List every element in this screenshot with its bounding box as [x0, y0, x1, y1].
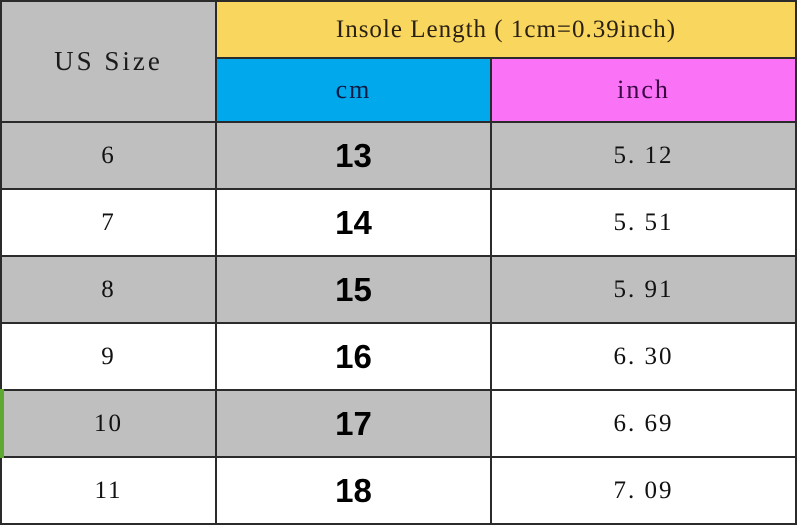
- cell-us-size: 8: [0, 255, 217, 324]
- cell-cm-value: 15: [215, 255, 492, 324]
- table-row: 11 18 7. 09: [0, 456, 797, 525]
- column-header-cm: cm: [215, 57, 492, 123]
- table-row: 7 14 5. 51: [0, 188, 797, 257]
- cell-inch-value: 7. 09: [490, 456, 797, 525]
- column-header-inch: inch: [490, 57, 797, 123]
- cell-inch-value: 6. 69: [490, 389, 797, 458]
- cell-us-size: 10: [0, 389, 217, 458]
- row-selection-marker: [0, 389, 4, 458]
- table-row: 8 15 5. 91: [0, 255, 797, 324]
- cell-cm-value: 18: [215, 456, 492, 525]
- cell-us-size: 7: [0, 188, 217, 257]
- table-body: US Size Insole Length ( 1cm=0.39inch) cm…: [0, 0, 797, 123]
- cell-cm-value: 14: [215, 188, 492, 257]
- header-row-primary: US Size Insole Length ( 1cm=0.39inch): [0, 0, 797, 123]
- table-row: 9 16 6. 30: [0, 322, 797, 391]
- column-header-us-size: US Size: [0, 0, 217, 123]
- cell-inch-value: 5. 51: [490, 188, 797, 257]
- cell-inch-value: 5. 12: [490, 121, 797, 190]
- cell-inch-value: 5. 91: [490, 255, 797, 324]
- cell-us-size: 11: [0, 456, 217, 525]
- cell-cm-value: 13: [215, 121, 492, 190]
- cell-inch-value: 6. 30: [490, 322, 797, 391]
- size-chart-table: US Size Insole Length ( 1cm=0.39inch) cm…: [0, 0, 797, 525]
- cell-us-size: 6: [0, 121, 217, 190]
- table-row: 6 13 5. 12: [0, 121, 797, 190]
- cell-cm-value: 17: [215, 389, 492, 458]
- column-header-insole-length: Insole Length ( 1cm=0.39inch): [215, 0, 797, 59]
- data-rows-host: 6 13 5. 12 7 14 5. 51 8 15 5. 91 9 16 6. 30 10 17 6. 6…: [0, 121, 797, 525]
- table-row: 10 17 6. 69: [0, 389, 797, 458]
- cell-cm-value: 16: [215, 322, 492, 391]
- cell-us-size: 9: [0, 322, 217, 391]
